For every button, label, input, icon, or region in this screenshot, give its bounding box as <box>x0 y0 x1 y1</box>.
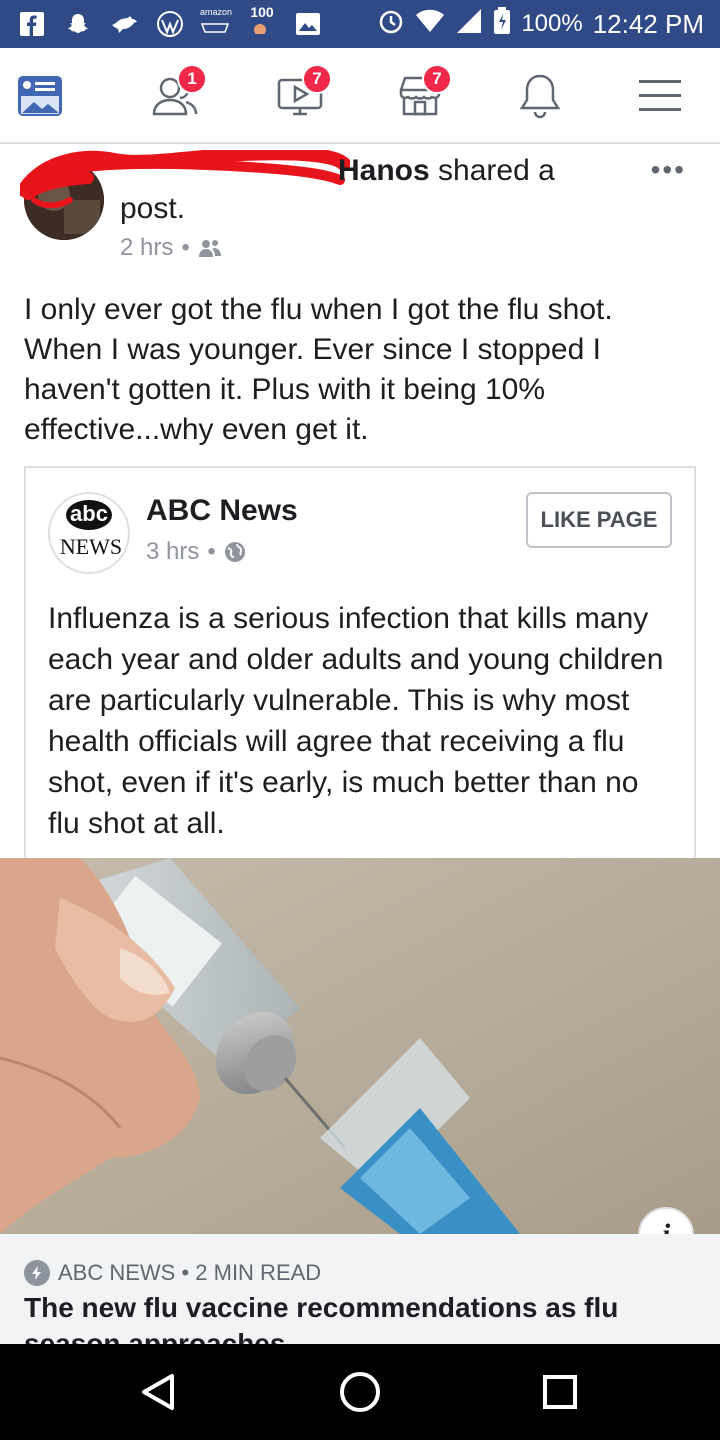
amazon-label: amazon <box>199 7 233 17</box>
back-icon <box>142 1374 174 1410</box>
shared-meta-separator: • <box>207 538 216 565</box>
link-title[interactable]: The new flu vaccine recommendations as f… <box>24 1290 704 1344</box>
tab-friends[interactable]: 1 <box>145 64 207 122</box>
friends-badge: 1 <box>177 64 207 94</box>
recents-button[interactable] <box>530 1366 590 1418</box>
badge-100-icon: 100 <box>246 4 278 38</box>
post-body: I only ever got the flu when I got the f… <box>24 293 613 446</box>
people-icon <box>198 240 221 257</box>
shared-post-text: Influenza is a serious infection that ki… <box>48 602 664 840</box>
facebook-nav-bar: 1 7 7 <box>0 48 720 144</box>
news-feed-icon <box>18 76 62 116</box>
tab-marketplace[interactable]: 7 <box>390 64 452 122</box>
shared-post-card[interactable]: abc NEWS ABC News 3 hrs • LIKE PAGE Infl… <box>24 466 696 866</box>
battery-percent: 100% <box>521 10 583 37</box>
link-preview-meta[interactable]: ABC NEWS • 2 MIN READ The new flu vaccin… <box>0 1234 720 1344</box>
marketplace-badge: 7 <box>422 64 452 94</box>
recents-icon <box>543 1375 577 1409</box>
tab-notifications[interactable] <box>510 70 570 122</box>
bell-icon <box>519 74 561 119</box>
notification-icons: amazon 100 <box>16 4 324 40</box>
bird-icon <box>108 10 140 38</box>
watch-badge: 7 <box>302 64 332 94</box>
link-source-text: ABC NEWS • 2 MIN READ <box>58 1260 322 1285</box>
post-header: Hanos shared a post. ••• 2 hrs • <box>0 146 720 266</box>
system-status: 100% 12:42 PM <box>377 6 704 42</box>
back-button[interactable] <box>128 1366 188 1418</box>
clock: 12:42 PM <box>592 8 704 39</box>
wordpress-icon <box>154 10 186 38</box>
home-button[interactable] <box>330 1366 390 1418</box>
post-author-line: Hanos shared a post. <box>120 152 620 228</box>
abc-logo-mark: abc <box>66 500 112 530</box>
link-preview-image[interactable] <box>0 858 720 1234</box>
post-meta: 2 hrs • <box>120 234 222 262</box>
image-icon <box>292 10 324 38</box>
bolt-icon <box>24 1260 50 1286</box>
amazon-icon: amazon <box>199 7 233 38</box>
android-navigation-bar <box>0 1344 720 1440</box>
snapchat-icon <box>62 10 94 38</box>
badge-100-label: 100 <box>250 4 274 20</box>
tab-news-feed[interactable] <box>10 70 70 122</box>
abc-logo-news: NEWS <box>59 534 123 559</box>
alarm-icon <box>377 7 405 42</box>
menu-icon <box>639 80 681 111</box>
home-icon <box>340 1372 380 1412</box>
shared-meta: 3 hrs • <box>146 538 246 566</box>
globe-icon <box>224 542 245 562</box>
shared-time[interactable]: 3 hrs <box>146 538 199 566</box>
facebook-icon <box>16 10 48 38</box>
abc-news-logo[interactable]: abc NEWS <box>48 492 130 574</box>
battery-icon <box>493 6 511 42</box>
shared-page-name[interactable]: ABC News <box>146 494 298 528</box>
signal-icon <box>455 7 483 42</box>
more-options-button[interactable]: ••• <box>651 154 686 186</box>
author-name[interactable]: Hanos <box>338 154 430 187</box>
meta-separator: • <box>181 234 190 261</box>
tab-menu[interactable] <box>630 70 690 122</box>
post-time[interactable]: 2 hrs <box>120 234 173 262</box>
status-bar: amazon 100 100% 12:42 PM <box>0 0 720 48</box>
link-source: ABC NEWS • 2 MIN READ <box>24 1260 321 1286</box>
wifi-icon <box>415 8 445 41</box>
like-page-button[interactable]: LIKE PAGE <box>526 492 672 548</box>
tab-watch[interactable]: 7 <box>270 64 332 122</box>
